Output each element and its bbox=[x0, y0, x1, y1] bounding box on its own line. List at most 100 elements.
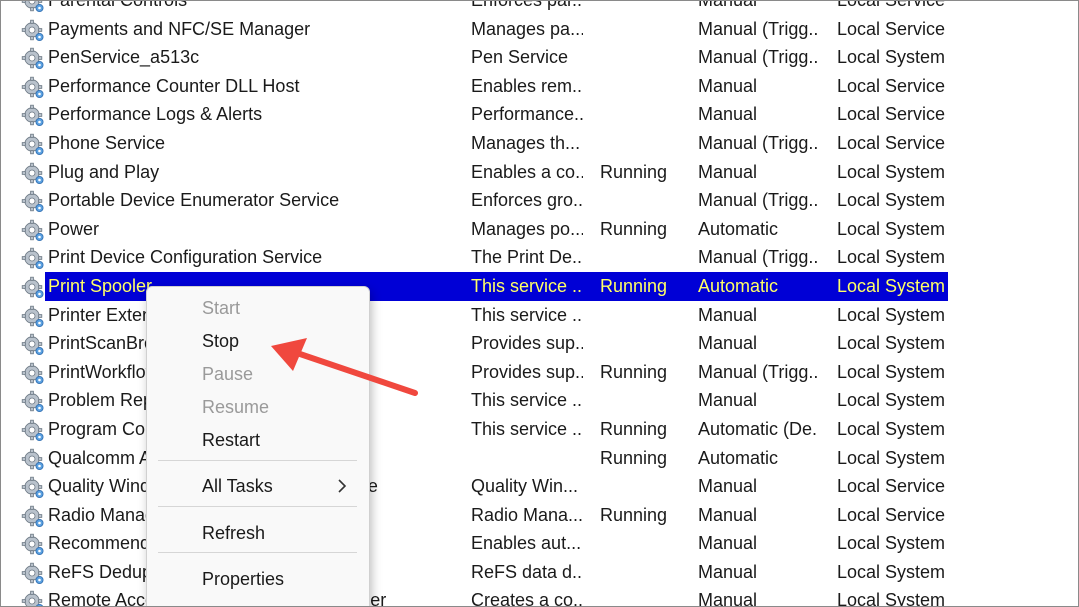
service-description: This service ... bbox=[471, 390, 583, 411]
menu-separator bbox=[158, 460, 357, 461]
service-description: Enforces par... bbox=[471, 0, 583, 10]
service-startup-type: Manual bbox=[698, 75, 758, 96]
service-name: Power bbox=[48, 218, 100, 239]
service-description: Pen Service bbox=[471, 47, 569, 68]
gear-icon bbox=[21, 133, 44, 155]
service-log-on-as: Local Service bbox=[837, 132, 946, 153]
gear-icon bbox=[21, 476, 44, 499]
service-row[interactable]: PenService_a513c Pen Service Manual (Trigg… bbox=[1, 43, 1078, 72]
menu-item-resume: Resume bbox=[202, 397, 270, 417]
service-description: Manages po... bbox=[471, 218, 583, 239]
service-name: Plug and Play bbox=[48, 161, 160, 182]
service-startup-type: Manual (Trigg... bbox=[698, 247, 818, 268]
gear-icon bbox=[20, 158, 46, 187]
service-log-on-as: Local System bbox=[837, 247, 946, 268]
service-log-on-as: Local System bbox=[837, 561, 946, 582]
service-startup-type: Manual (Trigg... bbox=[698, 132, 818, 153]
service-log-on-as: Local System bbox=[837, 418, 946, 439]
service-log-on-as: Local System bbox=[837, 447, 946, 468]
gear-icon bbox=[21, 448, 44, 470]
menu-item-all-tasks[interactable]: All Tasks bbox=[202, 474, 273, 498]
gear-icon bbox=[20, 329, 46, 358]
service-description: Enables a co... bbox=[471, 161, 583, 182]
service-log-on-as: Local Service bbox=[837, 476, 946, 497]
gear-icon bbox=[21, 305, 44, 327]
service-description: Enables aut... bbox=[471, 533, 582, 554]
service-startup-type: Manual bbox=[698, 161, 758, 182]
gear-icon bbox=[21, 333, 44, 356]
service-startup-type: Manual (Trigg... bbox=[698, 361, 818, 382]
service-startup-type: Manual bbox=[698, 0, 758, 10]
gear-icon bbox=[21, 47, 44, 70]
gear-icon bbox=[20, 15, 46, 44]
service-startup-type: Manual (Trigg... bbox=[698, 18, 818, 39]
service-log-on-as: Local System bbox=[837, 361, 946, 382]
chevron-right-icon bbox=[338, 479, 347, 493]
service-startup-type: Manual bbox=[698, 590, 758, 607]
gear-icon bbox=[21, 76, 44, 98]
service-row[interactable]: Performance Logs & Alerts Performance... M… bbox=[1, 100, 1078, 129]
gear-icon bbox=[20, 43, 46, 72]
gear-icon bbox=[20, 100, 46, 129]
service-row[interactable]: Parental Controls Enforces par... Manual Lo… bbox=[1, 0, 1078, 15]
service-row[interactable]: Power Manages po... Running Automatic Local … bbox=[1, 215, 1078, 244]
gear-icon bbox=[20, 186, 46, 215]
gear-icon bbox=[21, 1, 44, 12]
service-startup-type: Manual bbox=[698, 476, 758, 497]
service-log-on-as: Local System bbox=[837, 333, 946, 354]
gear-icon bbox=[20, 358, 46, 387]
gear-icon bbox=[20, 272, 46, 301]
service-description: Provides sup... bbox=[471, 361, 583, 382]
gear-icon bbox=[20, 472, 46, 501]
service-description: The Print De... bbox=[471, 247, 583, 268]
gear-icon bbox=[20, 243, 46, 272]
service-log-on-as: Local System bbox=[837, 161, 946, 182]
service-startup-type: Manual bbox=[698, 304, 758, 325]
service-name: Performance Logs & Alerts bbox=[48, 104, 263, 125]
service-log-on-as: Local System bbox=[837, 275, 946, 296]
service-name: Portable Device Enumerator Service bbox=[48, 190, 340, 211]
gear-icon bbox=[20, 215, 46, 244]
service-description: This service ... bbox=[471, 418, 583, 439]
gear-icon bbox=[20, 415, 46, 444]
menu-item-restart[interactable]: Restart bbox=[202, 428, 260, 452]
menu-item-refresh[interactable]: Refresh bbox=[202, 521, 265, 545]
gear-icon bbox=[21, 219, 44, 241]
service-row[interactable]: Plug and Play Enables a co... Running Manua… bbox=[1, 158, 1078, 187]
service-description: This service ... bbox=[471, 275, 583, 296]
service-name: Parental Controls bbox=[48, 0, 188, 10]
service-startup-type: Manual bbox=[698, 533, 758, 554]
service-startup-type: Manual bbox=[698, 333, 758, 354]
service-row[interactable]: Portable Device Enumerator Service Enforc… bbox=[1, 186, 1078, 215]
services-window: Parental Controls Enforces par... Manual Lo… bbox=[0, 0, 1079, 607]
service-log-on-as: Local System bbox=[837, 47, 946, 68]
gear-icon bbox=[21, 248, 44, 270]
gear-icon bbox=[20, 529, 46, 558]
gear-icon bbox=[20, 301, 46, 330]
service-name: Phone Service bbox=[48, 132, 166, 153]
service-description: Creates a co... bbox=[471, 590, 583, 607]
gear-icon bbox=[21, 391, 44, 413]
gear-icon bbox=[20, 129, 46, 158]
service-log-on-as: Local System bbox=[837, 590, 946, 607]
menu-item-stop[interactable]: Stop bbox=[202, 329, 239, 353]
service-description: Quality Win... bbox=[471, 476, 579, 497]
service-startup-type: Manual bbox=[698, 561, 758, 582]
gear-icon bbox=[20, 386, 46, 415]
service-row[interactable]: Payments and NFC/SE Manager Manages pa...… bbox=[1, 15, 1078, 44]
service-row[interactable]: Phone Service Manages th... Manual (Trigg.… bbox=[1, 129, 1078, 158]
service-description: This service ... bbox=[471, 304, 583, 325]
gear-icon bbox=[21, 591, 43, 606]
service-startup-type: Automatic bbox=[698, 447, 779, 468]
service-log-on-as: Local System bbox=[837, 390, 946, 411]
service-status: Running bbox=[600, 161, 668, 182]
service-name: Payments and NFC/SE Manager bbox=[48, 18, 311, 39]
service-row[interactable]: Performance Counter DLL Host Enables rem.… bbox=[1, 72, 1078, 101]
menu-item-properties[interactable]: Properties bbox=[202, 567, 284, 591]
service-log-on-as: Local Service bbox=[837, 0, 946, 10]
service-row[interactable]: Print Device Configuration Service The Pr… bbox=[1, 243, 1078, 272]
service-status: Running bbox=[600, 361, 668, 382]
gear-icon bbox=[21, 162, 44, 184]
gear-icon bbox=[21, 562, 44, 584]
service-startup-type: Automatic (De... bbox=[698, 418, 818, 439]
